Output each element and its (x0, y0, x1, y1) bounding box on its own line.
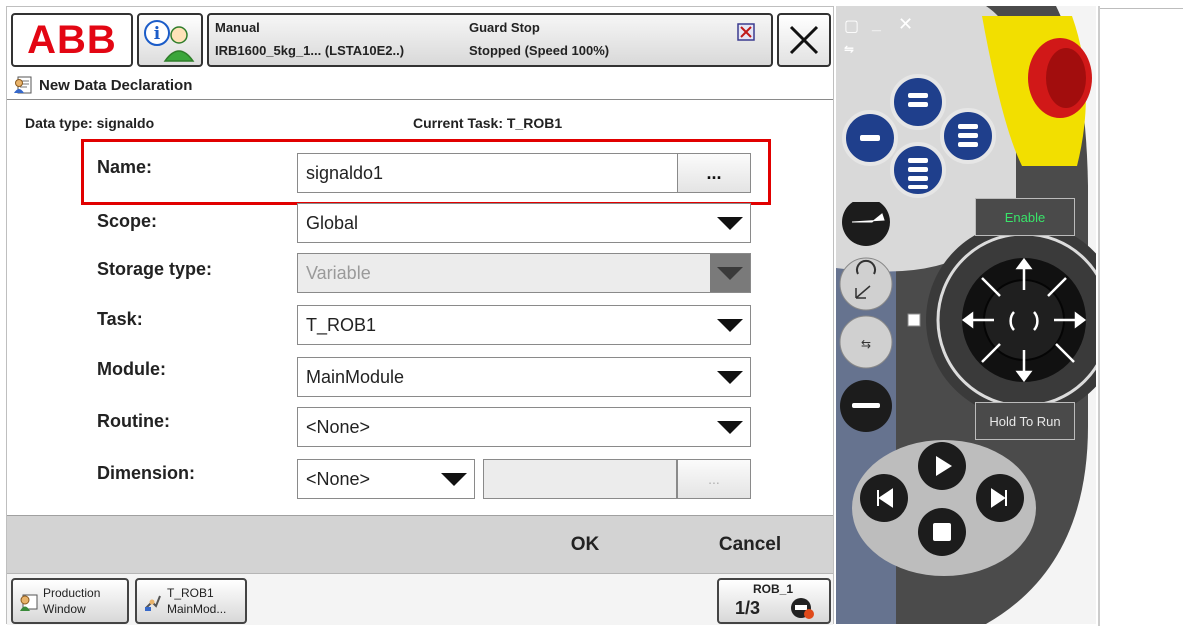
storage-type-dropdown: Variable (297, 253, 751, 293)
hold-to-run-button[interactable]: Hold To Run (975, 402, 1075, 440)
programmable-keys (842, 74, 996, 198)
svg-text:i: i (154, 24, 161, 44)
taskbar-program-editor[interactable]: T_ROB1 MainMod... (135, 578, 247, 624)
module-dropdown[interactable]: MainModule (297, 357, 751, 397)
task-label: Task: (97, 309, 143, 329)
task-value: T_ROB1 (306, 314, 377, 335)
dimension-browse-button: ... (677, 459, 751, 499)
status-panel[interactable]: Manual IRB1600_5kg_1... (LSTA10E2..) Gua… (207, 13, 773, 67)
cancel-button[interactable]: Cancel (669, 516, 831, 574)
chevron-down-icon (710, 254, 750, 292)
dimension-size-input (483, 459, 677, 499)
quickset-robot-button[interactable]: ROB_1 1/3 (717, 578, 831, 624)
title-divider (7, 99, 833, 100)
abb-logo: ABB (27, 17, 117, 62)
rob-label: ROB_1 (753, 582, 794, 596)
command-bar: OK Cancel (7, 515, 833, 573)
chevron-down-icon (434, 460, 474, 498)
dimension-label: Dimension: (97, 463, 196, 483)
ok-button[interactable]: OK (503, 516, 667, 574)
swap-panel-icon[interactable]: ⇋ (844, 42, 854, 56)
rob-fraction: 1/3 (735, 598, 761, 618)
routine-value: <None> (306, 416, 371, 437)
status-bar: ABB i Manual IRB1600_5kg_1... (LSTA10E2.… (7, 7, 833, 73)
scope-value: Global (306, 212, 359, 233)
routine-label: Routine: (97, 411, 170, 431)
robot-system-name: IRB1600_5kg_1... (LSTA10E2..) (215, 43, 405, 58)
close-x-icon (789, 25, 819, 55)
routine-dropdown[interactable]: <None> (297, 407, 751, 447)
operating-mode: Manual (215, 20, 260, 35)
name-input[interactable]: signaldo1 (297, 153, 679, 193)
close-window-icon[interactable]: ✕ (898, 14, 913, 35)
storage-type-value: Variable (306, 262, 371, 283)
safety-status: Guard Stop (469, 20, 540, 35)
current-task-label: Current Task: T_ROB1 (413, 115, 563, 131)
data-declaration-icon (14, 76, 32, 94)
info-button[interactable]: i (137, 13, 203, 67)
program-run-keys (852, 440, 1036, 576)
name-browse-button[interactable]: ... (677, 153, 751, 193)
module-value: MainModule (306, 366, 405, 387)
info-person-icon: i (144, 20, 195, 62)
enable-button[interactable]: Enable (975, 198, 1075, 236)
program-task-icon (145, 595, 161, 611)
name-label: Name: (97, 157, 153, 177)
program-state: Stopped (Speed 100%) (469, 43, 610, 58)
dialog-title: New Data Declaration (39, 76, 193, 94)
close-button[interactable] (777, 13, 831, 67)
dimension-value: <None> (306, 468, 371, 489)
dimension-dropdown[interactable]: <None> (297, 459, 475, 499)
program-task-label-2: MainMod... (167, 602, 227, 616)
production-window-icon (20, 594, 38, 611)
storage-type-label: Storage type: (97, 259, 213, 279)
data-type-label: Data type: signaldo (25, 115, 155, 131)
scope-dropdown[interactable]: Global (297, 203, 751, 243)
restore-window-icon[interactable]: ▢ (844, 16, 859, 36)
minimize-window-icon[interactable]: _ (872, 16, 881, 34)
chevron-down-icon (710, 358, 750, 396)
task-dropdown[interactable]: T_ROB1 (297, 305, 751, 345)
name-input-value: signaldo1 (306, 162, 384, 183)
scope-label: Scope: (97, 211, 158, 231)
abb-menu-button[interactable]: ABB (11, 13, 133, 67)
production-window-label-2: Window (43, 602, 86, 616)
screen: ABB i Manual IRB1600_5kg_1... (LSTA10E2.… (0, 0, 1183, 626)
panel-border (1098, 6, 1100, 626)
module-label: Module: (97, 359, 166, 379)
dialog-title-bar: New Data Declaration (13, 73, 829, 97)
background-line (1100, 8, 1183, 9)
taskbar: Production Window T_ROB1 MainMod... ROB_… (7, 573, 833, 625)
robot-status-icon (791, 598, 814, 619)
chevron-down-icon (710, 408, 750, 446)
chevron-down-icon (710, 306, 750, 344)
chevron-down-icon (710, 204, 750, 242)
flexpendant-screen: ABB i Manual IRB1600_5kg_1... (LSTA10E2.… (6, 6, 834, 625)
window-switch-icon (737, 23, 755, 41)
taskbar-production-window[interactable]: Production Window (11, 578, 129, 624)
svg-text:⇆: ⇆ (861, 337, 871, 351)
program-task-label-1: T_ROB1 (167, 586, 214, 600)
production-window-label-1: Production (43, 586, 101, 600)
pendant-hardware-panel: ▢ _ ✕ ⇋ ⇆ (836, 6, 1096, 624)
